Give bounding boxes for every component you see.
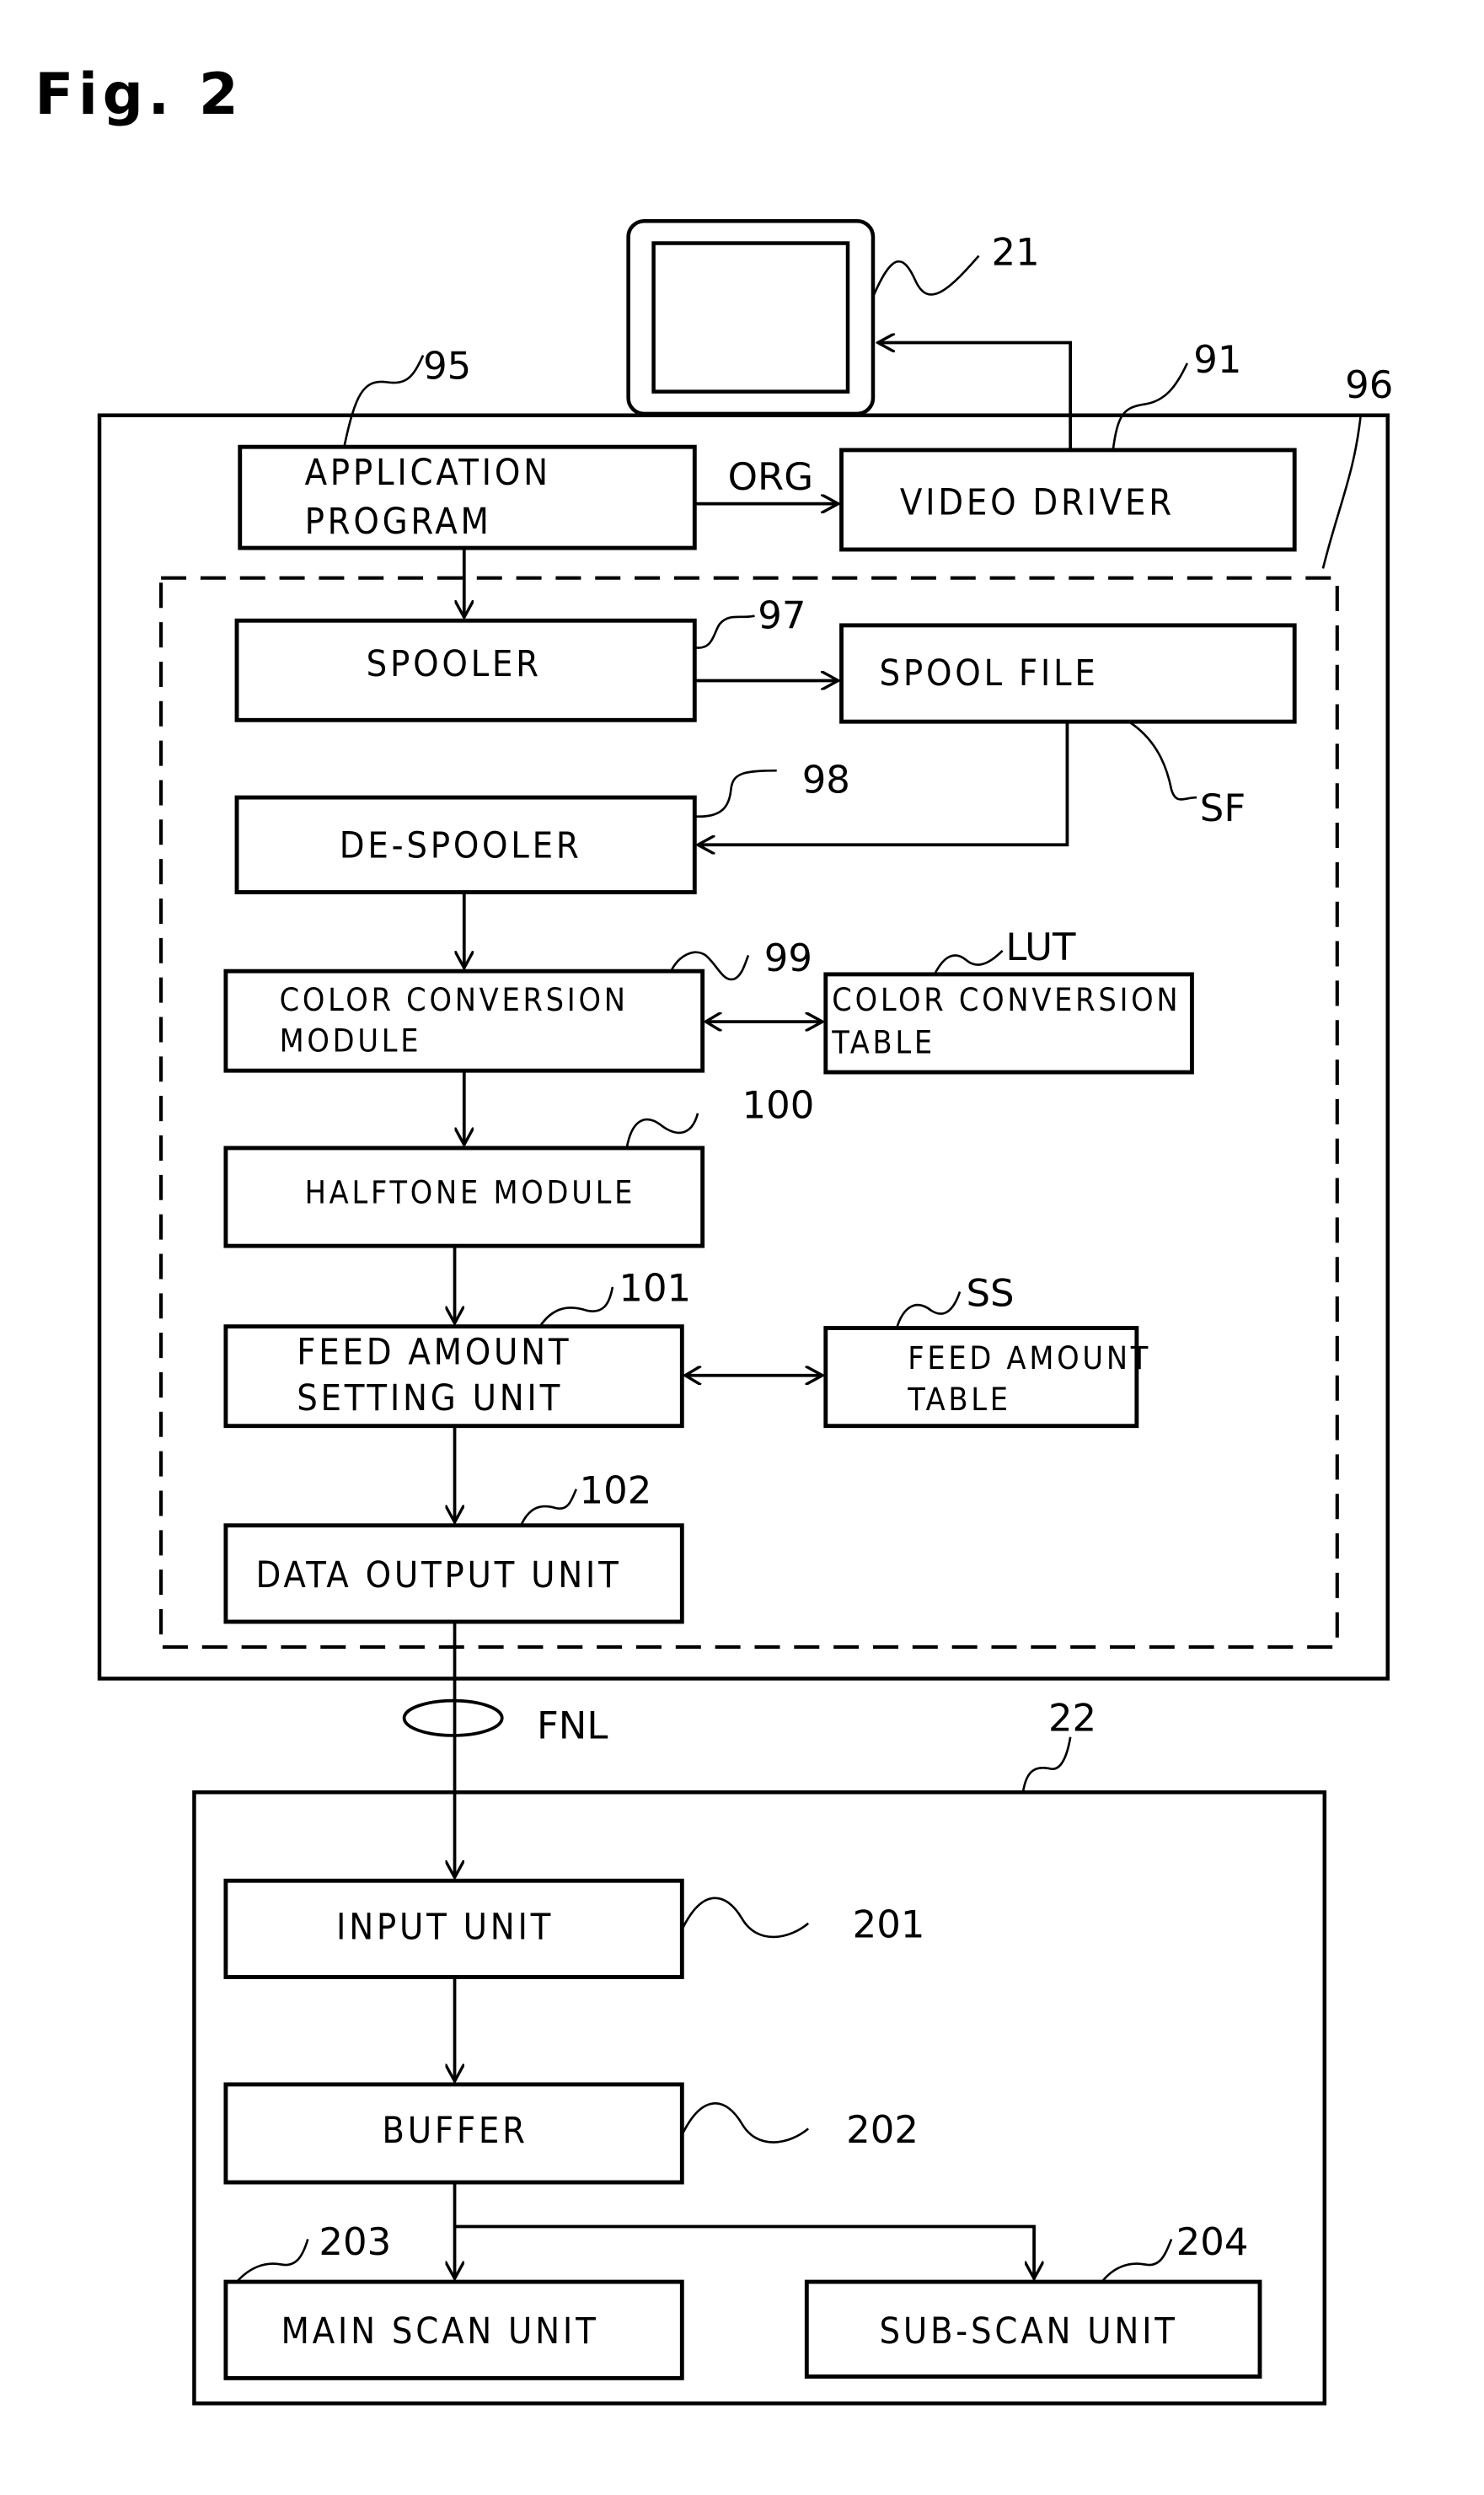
leader-201 bbox=[681, 1897, 810, 1939]
application-program-box: APPLICATION PROGRAM bbox=[238, 444, 697, 550]
color-conversion-table-box: COLOR CONVERSION TABLE bbox=[823, 972, 1194, 1075]
leader-101 bbox=[538, 1286, 614, 1328]
video-driver-box: VIDEO DRIVER bbox=[839, 448, 1297, 552]
de-spooler-box: DE-SPOOLER bbox=[234, 795, 697, 894]
svg-text:SUB-SCAN UNIT: SUB-SCAN UNIT bbox=[879, 2310, 1177, 2353]
ref-91: 91 bbox=[1193, 337, 1241, 382]
svg-text:HALFTONE MODULE: HALFTONE MODULE bbox=[305, 1174, 636, 1211]
ref-SF: SF bbox=[1200, 786, 1246, 830]
leader-SF bbox=[1128, 721, 1197, 801]
spool-file-box: SPOOL FILE bbox=[839, 623, 1297, 724]
leader-21 bbox=[871, 255, 980, 298]
leader-91 bbox=[1112, 362, 1188, 451]
svg-text:APPLICATION: APPLICATION bbox=[305, 452, 551, 494]
leader-96 bbox=[1321, 413, 1363, 569]
fnl-label: FNL bbox=[537, 1704, 608, 1748]
svg-text:FEED AMOUNT: FEED AMOUNT bbox=[908, 1339, 1151, 1376]
ref-LUT: LUT bbox=[1005, 925, 1076, 969]
ref-202: 202 bbox=[846, 2107, 919, 2152]
spoolfile-to-despooler-arrow bbox=[698, 722, 1069, 845]
feed-amount-table-box: FEED AMOUNT TABLE bbox=[823, 1326, 1151, 1429]
svg-text:COLOR CONVERSION: COLOR CONVERSION bbox=[280, 981, 629, 1018]
svg-text:SPOOLER: SPOOLER bbox=[367, 643, 542, 685]
svg-text:INPUT UNIT: INPUT UNIT bbox=[336, 1907, 554, 1949]
video-to-monitor-arrow bbox=[878, 343, 1073, 450]
svg-text:SETTING UNIT: SETTING UNIT bbox=[297, 1377, 563, 1419]
leader-LUT bbox=[933, 949, 1004, 975]
svg-text:FEED AMOUNT: FEED AMOUNT bbox=[297, 1332, 571, 1374]
leader-203 bbox=[236, 2239, 309, 2283]
svg-text:BUFFER: BUFFER bbox=[382, 2110, 528, 2152]
input-unit-box: INPUT UNIT bbox=[223, 1878, 684, 1979]
ref-98: 98 bbox=[802, 757, 850, 802]
ref-22: 22 bbox=[1048, 1695, 1096, 1740]
svg-text:DE-SPOOLER: DE-SPOOLER bbox=[340, 824, 582, 867]
svg-text:SPOOL FILE: SPOOL FILE bbox=[879, 652, 1098, 695]
ref-201: 201 bbox=[853, 1902, 925, 1947]
ref-101: 101 bbox=[619, 1266, 691, 1311]
ref-95: 95 bbox=[423, 344, 471, 389]
svg-text:MAIN SCAN UNIT: MAIN SCAN UNIT bbox=[281, 2310, 598, 2353]
ref-203: 203 bbox=[319, 2219, 391, 2264]
ref-SS: SS bbox=[967, 1270, 1015, 1315]
fnl-bundle-icon bbox=[402, 1698, 504, 1737]
main-scan-unit-box: MAIN SCAN UNIT bbox=[223, 2279, 684, 2380]
spooler-box: SPOOLER bbox=[234, 618, 697, 722]
svg-text:DATA OUTPUT UNIT: DATA OUTPUT UNIT bbox=[255, 1554, 621, 1596]
ref-204: 204 bbox=[1176, 2219, 1249, 2264]
leader-100 bbox=[625, 1113, 699, 1149]
svg-text:MODULE: MODULE bbox=[280, 1022, 422, 1060]
leader-202 bbox=[681, 2102, 810, 2144]
leader-98 bbox=[694, 769, 777, 818]
org-label: ORG bbox=[728, 454, 813, 499]
leader-SS bbox=[895, 1291, 962, 1328]
ref-102: 102 bbox=[580, 1467, 652, 1512]
leader-22 bbox=[1021, 1736, 1072, 1793]
buffer-box: BUFFER bbox=[223, 2082, 684, 2185]
ref-100: 100 bbox=[742, 1082, 815, 1127]
svg-text:VIDEO DRIVER: VIDEO DRIVER bbox=[900, 482, 1175, 524]
ref-96: 96 bbox=[1345, 362, 1393, 407]
svg-text:TABLE: TABLE bbox=[831, 1024, 935, 1061]
ref-97: 97 bbox=[758, 593, 806, 638]
figure-title: Fig. 2 bbox=[35, 61, 243, 127]
leader-102 bbox=[520, 1489, 577, 1527]
block-diagram: Fig. 2 21 96 APPLICATION PROGRAM 95 VIDE… bbox=[35, 61, 1393, 2406]
data-output-unit-box: DATA OUTPUT UNIT bbox=[223, 1523, 684, 1624]
svg-text:COLOR CONVERSION: COLOR CONVERSION bbox=[832, 981, 1181, 1018]
leader-95 bbox=[343, 354, 425, 448]
color-conversion-module-box: COLOR CONVERSION MODULE bbox=[223, 968, 705, 1073]
sub-scan-unit-box: SUB-SCAN UNIT bbox=[804, 2279, 1262, 2379]
halftone-module-box: HALFTONE MODULE bbox=[223, 1146, 705, 1248]
ref-21: 21 bbox=[991, 230, 1039, 275]
leader-97 bbox=[694, 614, 755, 649]
svg-text:TABLE: TABLE bbox=[907, 1381, 1011, 1418]
monitor bbox=[626, 219, 876, 416]
leader-204 bbox=[1101, 2239, 1173, 2283]
buffer-to-subscan-arrow bbox=[454, 2224, 1035, 2279]
svg-text:PROGRAM: PROGRAM bbox=[305, 501, 492, 543]
feed-amount-setting-unit-box: FEED AMOUNT SETTING UNIT bbox=[223, 1324, 684, 1429]
ref-99: 99 bbox=[764, 936, 812, 980]
